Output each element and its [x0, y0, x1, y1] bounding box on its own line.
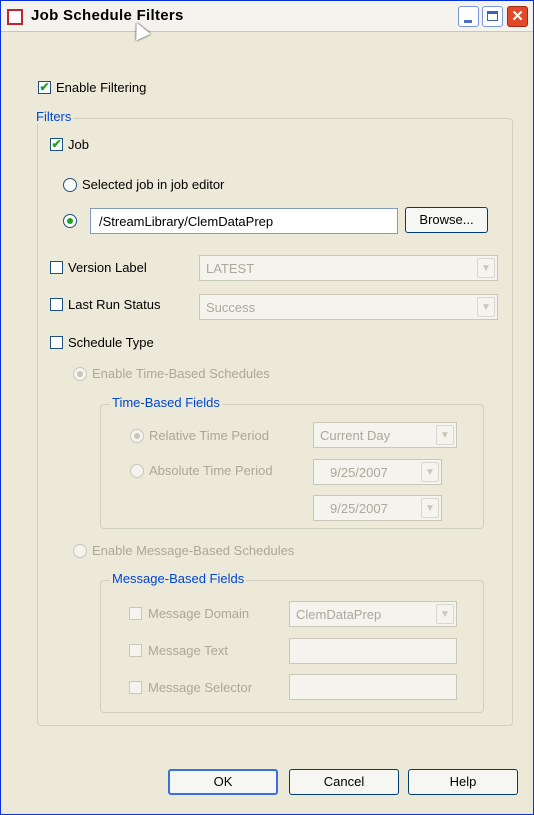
job-label: Job	[68, 137, 89, 152]
version-label-checkbox[interactable]	[50, 261, 63, 274]
message-selector-input[interactable]	[289, 674, 457, 700]
chevron-down-icon[interactable]: ▼	[436, 604, 454, 624]
close-icon: ✕	[511, 8, 524, 25]
close-button[interactable]: ✕	[507, 6, 528, 27]
message-text-checkbox[interactable]	[129, 644, 142, 657]
check-mark-icon: ✔	[51, 137, 62, 151]
selected-job-label: Selected job in job editor	[82, 177, 225, 192]
absolute-time-label: Absolute Time Period	[149, 463, 273, 478]
cancel-button[interactable]: Cancel	[289, 769, 399, 795]
message-based-radio[interactable]	[73, 544, 87, 558]
last-run-status-value: Success	[206, 300, 256, 315]
version-label-select[interactable]: LATEST ▼	[199, 255, 498, 281]
message-domain-label: Message Domain	[148, 606, 250, 621]
chevron-down-icon[interactable]: ▼	[421, 498, 439, 518]
relative-time-radio[interactable]	[130, 429, 144, 443]
message-selector-label: Message Selector	[148, 680, 253, 695]
chevron-down-icon[interactable]: ▼	[477, 258, 495, 278]
minimize-icon	[464, 20, 472, 23]
absolute-to-date-value: 9/25/2007	[330, 501, 388, 516]
message-domain-checkbox[interactable]	[129, 607, 142, 620]
browse-button[interactable]: Browse...	[405, 207, 488, 233]
ok-button[interactable]: OK	[168, 769, 278, 795]
last-run-status-select[interactable]: Success ▼	[199, 294, 498, 320]
help-button[interactable]: Help	[408, 769, 518, 795]
relative-time-value: Current Day	[320, 428, 391, 443]
message-selector-checkbox[interactable]	[129, 681, 142, 694]
absolute-to-date-picker[interactable]: 9/25/2007 ▼	[313, 495, 442, 521]
message-text-label: Message Text	[148, 643, 228, 658]
message-domain-value: ClemDataPrep	[296, 607, 382, 622]
job-checkbox[interactable]: ✔	[50, 138, 63, 151]
filters-legend: Filters	[34, 109, 74, 124]
minimize-button[interactable]	[458, 6, 479, 27]
message-based-label: Enable Message-Based Schedules	[92, 543, 295, 558]
selected-job-radio[interactable]	[63, 178, 77, 192]
enable-filtering-label: Enable Filtering	[56, 80, 147, 95]
version-label-value: LATEST	[206, 261, 255, 276]
schedule-type-label: Schedule Type	[68, 335, 154, 350]
absolute-time-radio[interactable]	[130, 464, 144, 478]
chevron-down-icon[interactable]: ▼	[436, 425, 454, 445]
absolute-from-date-picker[interactable]: 9/25/2007 ▼	[313, 459, 442, 485]
time-based-fields-legend: Time-Based Fields	[110, 395, 222, 410]
relative-time-select[interactable]: Current Day ▼	[313, 422, 457, 448]
last-run-status-checkbox[interactable]	[50, 298, 63, 311]
app-chart-icon	[7, 9, 23, 25]
message-domain-select[interactable]: ClemDataPrep ▼	[289, 601, 457, 627]
message-based-fields-legend: Message-Based Fields	[110, 571, 247, 586]
title-bar: Job Schedule Filters ✕	[1, 1, 533, 41]
version-label-label: Version Label	[68, 260, 147, 275]
job-path-radio[interactable]	[63, 214, 77, 228]
schedule-type-checkbox[interactable]	[50, 336, 63, 349]
window-title: Job Schedule Filters	[31, 7, 184, 24]
job-schedule-filters-dialog: Job Schedule Filters ✕ ✔ Enable Filterin…	[0, 0, 534, 815]
time-based-label: Enable Time-Based Schedules	[92, 366, 270, 381]
chevron-down-icon[interactable]: ▼	[421, 462, 439, 482]
enable-filtering-checkbox[interactable]: ✔	[38, 81, 51, 94]
chevron-down-icon[interactable]: ▼	[477, 297, 495, 317]
absolute-from-date-value: 9/25/2007	[330, 465, 388, 480]
relative-time-label: Relative Time Period	[149, 428, 269, 443]
job-path-input[interactable]: /StreamLibrary/ClemDataPrep	[90, 208, 398, 234]
message-text-input[interactable]	[289, 638, 457, 664]
maximize-button[interactable]	[482, 6, 503, 27]
maximize-icon	[487, 11, 498, 21]
check-mark-icon: ✔	[39, 80, 50, 94]
last-run-status-label: Last Run Status	[68, 297, 161, 312]
time-based-radio[interactable]	[73, 367, 87, 381]
